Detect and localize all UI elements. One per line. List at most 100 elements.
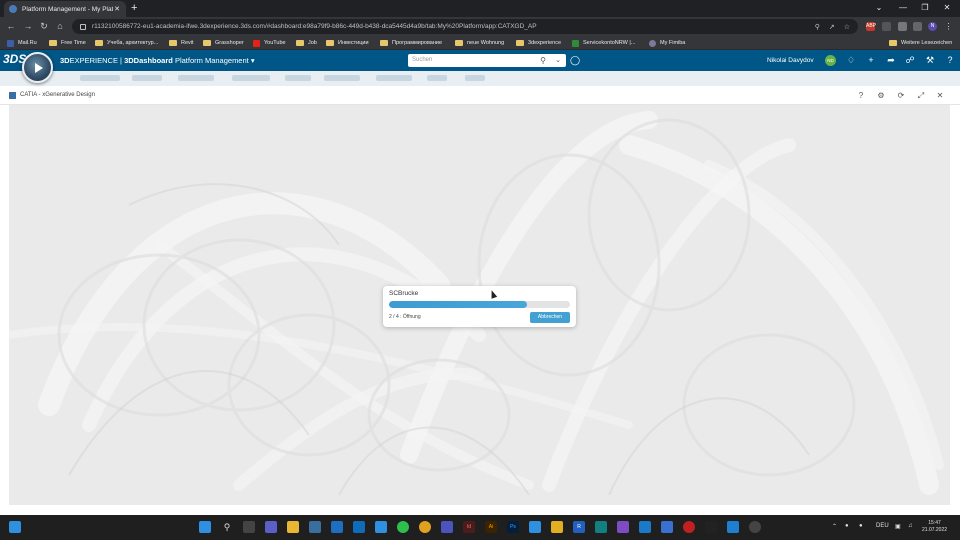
progress-step-text: 2 / 4 : Öffnung xyxy=(389,314,421,320)
bookmark-item[interactable]: Revit xyxy=(169,38,194,48)
bookmark-item[interactable]: Программирование xyxy=(380,38,442,48)
app-icon[interactable] xyxy=(595,521,607,533)
app-icon[interactable] xyxy=(661,521,673,533)
powerbi-icon[interactable] xyxy=(551,521,563,533)
bookmark-star-icon[interactable]: ☆ xyxy=(844,23,850,31)
window-close-button[interactable]: ✕ xyxy=(936,0,958,15)
visual-studio-icon[interactable] xyxy=(617,521,629,533)
bookmark-item[interactable]: My Fimiba xyxy=(649,38,685,48)
bookmark-item[interactable]: Mail.Ru xyxy=(7,38,37,48)
dashboard-tab[interactable] xyxy=(232,75,270,81)
dashboard-tab[interactable] xyxy=(324,75,360,81)
clock[interactable]: 15:47 21.07.2022 xyxy=(922,520,947,534)
forward-arrow-icon[interactable]: → xyxy=(22,21,34,32)
widget-header: CATIA - xGenerative Design ? ⚙ ⟳ ⤢ ✕ xyxy=(0,86,960,105)
tab-close-icon[interactable]: ✕ xyxy=(113,5,121,13)
photoshop-icon[interactable]: Ps xyxy=(507,521,519,533)
help-icon[interactable]: ? xyxy=(944,54,956,67)
side-panel-icon[interactable] xyxy=(913,22,922,31)
dashboard-tab[interactable] xyxy=(285,75,311,81)
maximize-button[interactable]: ❐ xyxy=(914,0,936,15)
tools-icon[interactable]: ⚒ xyxy=(924,54,936,67)
bookmark-item[interactable]: YouTube xyxy=(253,38,286,48)
volume-icon[interactable]: ♫ xyxy=(908,523,913,529)
extension-icon[interactable] xyxy=(882,22,891,31)
address-bar[interactable]: r1132100586772-eu1-academia-ifwe.3dexper… xyxy=(72,19,858,34)
dashboard-tab[interactable] xyxy=(376,75,412,81)
teams-chat-icon[interactable] xyxy=(265,521,277,533)
recording-icon[interactable] xyxy=(749,521,761,533)
back-arrow-icon[interactable]: ← xyxy=(5,21,17,32)
browser-tab-active[interactable]: Platform Management - My Plat ✕ xyxy=(4,1,126,17)
role-selector[interactable]: Platform Management ▾ xyxy=(175,56,255,65)
dashboard-tab[interactable] xyxy=(178,75,214,81)
refresh-icon[interactable]: ⟳ xyxy=(896,90,906,101)
help-icon[interactable]: ? xyxy=(856,90,866,101)
tray-chevron-icon[interactable]: ⌃ xyxy=(832,523,837,530)
bookmark-item[interactable]: Job xyxy=(296,38,317,48)
search-options-chevron-icon[interactable]: ⌄ xyxy=(555,54,561,67)
search-icon[interactable]: ⚲ xyxy=(540,54,546,67)
home-icon[interactable]: ⌂ xyxy=(54,21,66,32)
bookmark-item[interactable]: neue Wohnung xyxy=(455,38,504,48)
illustrator-icon[interactable]: Ai xyxy=(485,521,497,533)
language-indicator[interactable]: DEU xyxy=(876,523,889,529)
add-icon[interactable]: + xyxy=(865,54,877,67)
network-icon[interactable]: ☍ xyxy=(904,54,916,67)
bookmark-item[interactable]: Free Time xyxy=(49,38,86,48)
vscode-icon[interactable] xyxy=(639,521,651,533)
bookmark-item[interactable]: 3dexperience xyxy=(516,38,561,48)
avatar[interactable]: ND xyxy=(825,55,836,66)
share-icon[interactable]: ↗ xyxy=(829,23,835,31)
settings-gear-icon[interactable]: ⚙ xyxy=(876,90,886,101)
bookmark-other[interactable]: Weitere Lesezeichen xyxy=(889,38,952,48)
browser-menu-icon[interactable]: ⋮ xyxy=(944,22,953,31)
tag-icon[interactable]: ◯ xyxy=(570,55,580,66)
dashboard-tab[interactable] xyxy=(427,75,447,81)
new-tab-button[interactable]: + xyxy=(131,3,137,14)
notification-icon[interactable]: ♢ xyxy=(845,54,857,67)
search-input[interactable]: Suchen ⚲ ⌄ xyxy=(408,54,566,67)
app-icon[interactable] xyxy=(727,521,739,533)
bookmark-item[interactable]: Grasshoper xyxy=(203,38,244,48)
windows-start-icon[interactable] xyxy=(9,521,21,533)
extensions-puzzle-icon[interactable] xyxy=(898,22,907,31)
tray-mic-icon[interactable]: ● xyxy=(859,523,863,529)
reload-icon[interactable]: ↻ xyxy=(38,21,50,32)
indesign-icon[interactable]: Id xyxy=(463,521,475,533)
rhino-icon[interactable] xyxy=(705,521,717,533)
outlook-icon[interactable] xyxy=(353,521,365,533)
extension-icon[interactable]: ABP xyxy=(866,22,876,31)
zoom-icon[interactable]: ⚲ xyxy=(815,23,820,31)
store-icon[interactable] xyxy=(309,521,321,533)
tab-search-icon[interactable]: ⌄ xyxy=(868,0,890,15)
tray-app-icon[interactable]: ● xyxy=(845,523,849,529)
start-menu-icon[interactable] xyxy=(199,521,211,533)
dashboard-tab[interactable] xyxy=(80,75,120,81)
minimize-button[interactable]: — xyxy=(892,0,914,15)
user-name[interactable]: Nikolai Davydov xyxy=(767,57,814,64)
cancel-button[interactable]: Abbrechen xyxy=(530,312,570,323)
revit-icon[interactable]: R xyxy=(573,521,585,533)
whatsapp-icon[interactable] xyxy=(397,521,409,533)
network-icon[interactable]: ▣ xyxy=(895,523,901,530)
maximize-icon[interactable]: ⤢ xyxy=(916,90,926,101)
todo-icon[interactable] xyxy=(529,521,541,533)
bookmark-item[interactable]: ServicekontoNRW |... xyxy=(572,38,635,48)
close-icon[interactable]: ✕ xyxy=(935,90,945,101)
calendar-icon[interactable] xyxy=(375,521,387,533)
mail-icon[interactable] xyxy=(331,521,343,533)
profile-avatar[interactable]: N xyxy=(928,22,937,31)
opera-icon[interactable] xyxy=(683,521,695,533)
bookmark-item[interactable]: Учеба, архитектур... xyxy=(95,38,158,48)
chrome-icon[interactable] xyxy=(419,521,431,533)
teams-icon[interactable] xyxy=(441,521,453,533)
search-icon[interactable]: ⚲ xyxy=(221,521,233,533)
dashboard-tab[interactable] xyxy=(132,75,162,81)
compass-icon[interactable] xyxy=(22,52,53,83)
dashboard-tab[interactable] xyxy=(465,75,485,81)
task-view-icon[interactable] xyxy=(243,521,255,533)
share-icon[interactable]: ➦ xyxy=(885,54,897,67)
file-explorer-icon[interactable] xyxy=(287,521,299,533)
bookmark-item[interactable]: Инвестиции xyxy=(326,38,369,48)
